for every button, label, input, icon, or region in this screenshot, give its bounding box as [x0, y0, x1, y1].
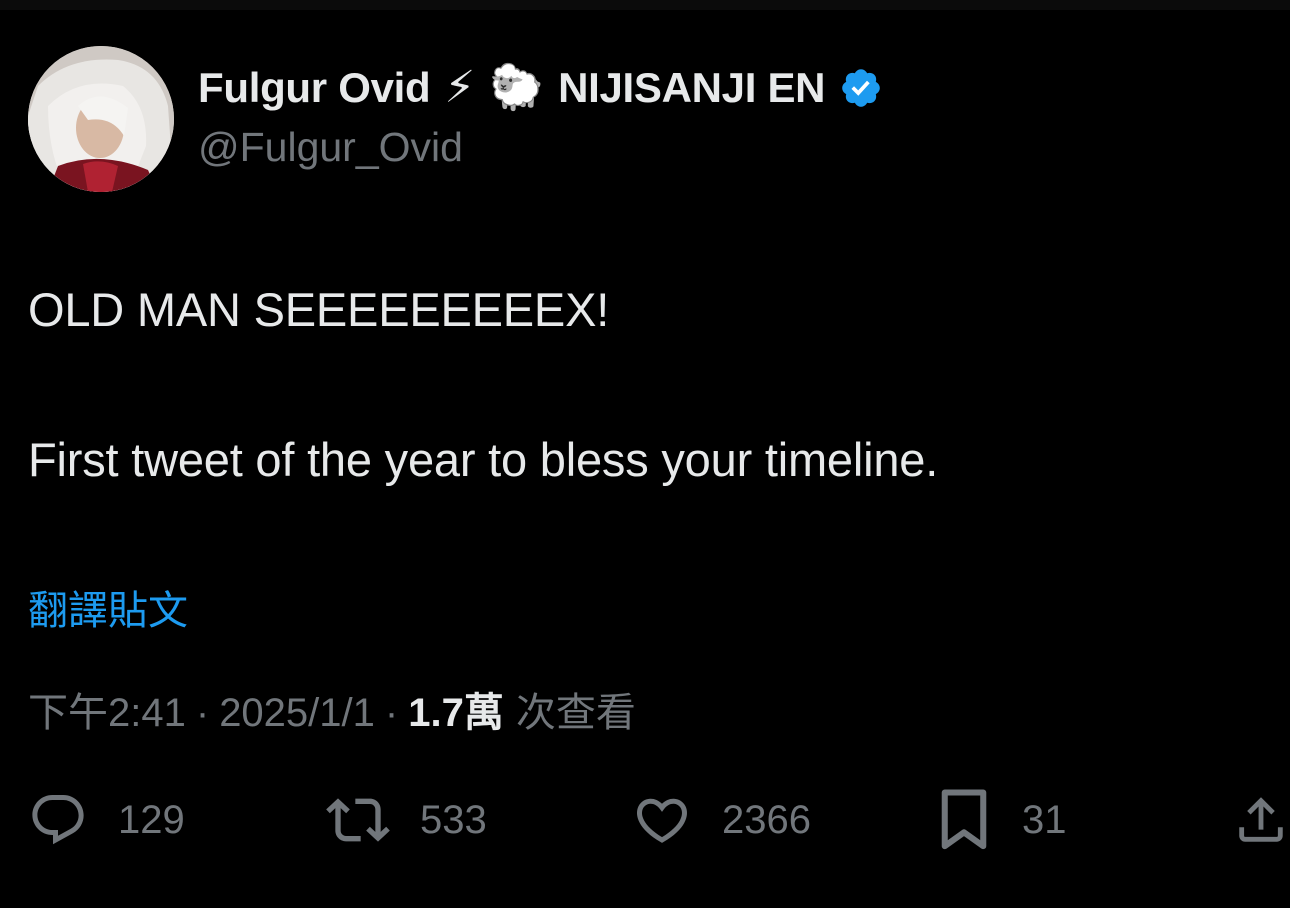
share-icon	[1239, 797, 1283, 842]
meta-separator: ·	[384, 691, 399, 735]
sheep-emoji-icon: 🐑	[489, 63, 545, 112]
views-label[interactable]: 次查看	[516, 680, 636, 738]
tweet-text-line-1: OLD MAN SEEEEEEEEEX!	[28, 283, 610, 336]
translate-post-link[interactable]: 翻譯貼文	[28, 578, 188, 636]
views-count[interactable]: 1.7萬	[408, 680, 504, 738]
author-handle[interactable]: @Fulgur_Ovid	[198, 124, 463, 171]
bookmark-icon	[941, 789, 987, 850]
top-edge-strip	[0, 0, 1290, 10]
verified-badge-icon[interactable]	[839, 66, 883, 110]
tweet-date[interactable]: 2025/1/1	[219, 691, 375, 736]
like-button[interactable]: 2366	[632, 780, 811, 860]
avatar[interactable]	[28, 46, 174, 192]
tweet-text-line-2: First tweet of the year to bless your ti…	[28, 433, 939, 486]
reply-button[interactable]: 129	[28, 780, 185, 860]
tweet-time[interactable]: 下午2:41	[28, 680, 186, 738]
like-count: 2366	[722, 797, 811, 842]
retweet-icon	[326, 798, 390, 842]
bookmark-count: 31	[1022, 797, 1067, 842]
retweet-button[interactable]: 533	[326, 780, 487, 860]
tweet-actions-bar: 129 533 2366 31	[0, 780, 1290, 860]
like-icon	[636, 798, 688, 843]
reply-count: 129	[118, 797, 185, 842]
author-affiliation[interactable]: NIJISANJI EN	[558, 64, 825, 112]
retweet-count: 533	[420, 797, 487, 842]
author-display-name[interactable]: Fulgur Ovid	[198, 64, 431, 112]
reply-icon	[32, 795, 84, 845]
author-name-row: Fulgur Ovid ⚡ 🐑 NIJISANJI EN	[198, 58, 883, 118]
lightning-emoji-icon: ⚡	[444, 63, 476, 112]
avatar-image	[28, 46, 174, 192]
bookmark-button[interactable]: 31	[936, 780, 1067, 860]
meta-separator: ·	[195, 691, 210, 735]
share-button[interactable]	[1232, 780, 1290, 860]
tweet-meta: 下午2:41 · 2025/1/1 · 1.7萬 次查看	[28, 680, 636, 738]
